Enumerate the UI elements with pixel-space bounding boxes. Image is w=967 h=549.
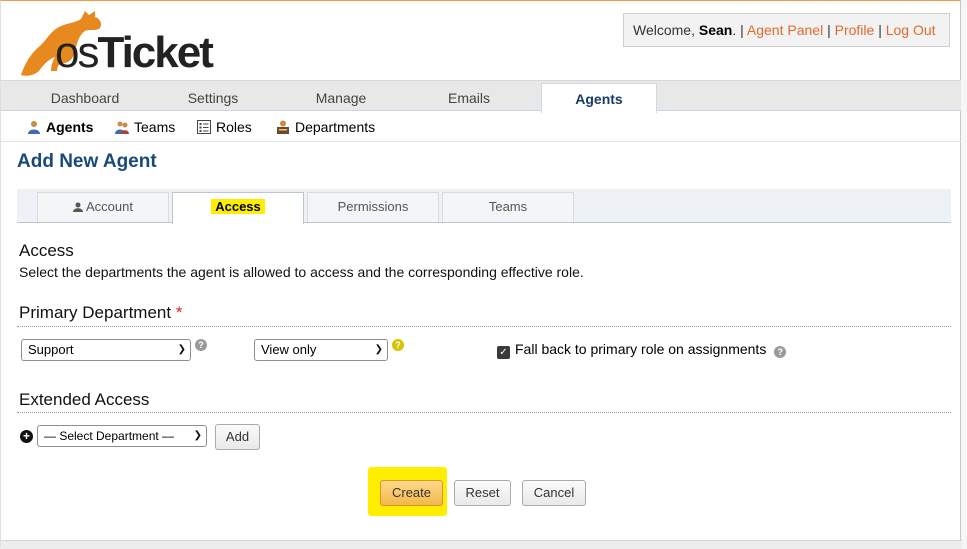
logo-text: osTicket [55,28,214,77]
required-mark: * [175,303,183,322]
fallback-option: ✓ Fall back to primary role on assignment… [497,341,787,359]
select-department-dropdown[interactable]: — Select Department — ❯ [37,425,207,447]
tab-label: Account [85,199,133,214]
primary-department-heading: Primary Department * [19,303,182,323]
team-icon [115,121,129,134]
primary-department-label: Primary Department [19,303,172,322]
separator: | [827,22,831,38]
nav-tab-settings[interactable]: Settings [161,86,265,112]
reset-button[interactable]: Reset [454,480,511,506]
main-nav: Dashboard Settings Manage Emails Agents [1,80,961,113]
cancel-button[interactable]: Cancel [522,480,586,506]
select-value: — Select Department — [44,429,175,443]
chevron-down-icon: ❯ [193,430,202,441]
chevron-down-icon: ❯ [177,344,186,355]
fallback-label: Fall back to primary role on assignments [515,341,767,357]
subnav-label: Roles [216,119,252,135]
divider [17,326,951,327]
osticket-logo[interactable]: osTicket [15,5,225,79]
divider [17,412,951,413]
role-select[interactable]: View only ❯ [254,339,388,361]
tab-label: Access [211,199,265,214]
help-icon[interactable]: ? [774,346,787,358]
add-department-button[interactable]: Add [215,424,260,450]
roles-icon [197,120,211,134]
subnav-item-agents[interactable]: Agents [27,118,93,136]
agent-icon [28,121,40,134]
nav-tab-agents[interactable]: Agents [541,83,657,113]
tab-permissions[interactable]: Permissions [307,192,439,222]
nav-tab-emails[interactable]: Emails [417,86,521,112]
logout-link[interactable]: Log Out [886,22,936,38]
user-icon [73,202,84,212]
chevron-down-icon: ❯ [374,344,383,355]
separator: | [878,22,882,38]
create-button[interactable]: Create [380,480,443,506]
department-icon [277,120,289,134]
subnav-label: Agents [46,119,94,135]
access-description: Select the departments the agent is allo… [19,264,584,280]
nav-tab-manage[interactable]: Manage [289,86,393,112]
select-value: View only [261,342,317,357]
separator: | [740,22,744,38]
add-circle-icon: + [20,430,33,443]
primary-department-select[interactable]: Support ❯ [21,339,191,361]
tab-account[interactable]: Account [37,192,169,222]
tab-access[interactable]: Access [172,192,304,224]
extended-access-heading: Extended Access [19,390,150,409]
page-title: Add New Agent [17,151,157,172]
subnav-item-departments[interactable]: Departments [276,118,375,136]
subnav-label: Teams [134,119,176,135]
form-tabs: Account Access Permissions Teams [17,189,951,224]
subnav-item-teams[interactable]: Teams [115,118,175,136]
subnav-label: Departments [295,119,376,135]
select-value: Support [28,342,74,357]
sub-nav: Agents Teams Roles Departments [1,112,961,142]
page: osTicket Welcome, Sean. | Agent Panel | … [0,0,962,549]
access-heading: Access [19,241,74,260]
welcome-prefix: Welcome, [633,22,695,38]
agent-panel-link[interactable]: Agent Panel [747,22,823,38]
nav-tab-dashboard[interactable]: Dashboard [33,86,137,112]
help-icon[interactable]: ? [195,339,207,351]
profile-link[interactable]: Profile [835,22,875,38]
subnav-item-roles[interactable]: Roles [197,118,252,136]
user-name: Sean [698,22,733,38]
fallback-checkbox[interactable]: ✓ [497,346,510,359]
tab-teams[interactable]: Teams [442,192,574,222]
welcome-box: Welcome, Sean. | Agent Panel | Profile |… [623,13,950,47]
help-icon[interactable]: ? [392,339,404,351]
